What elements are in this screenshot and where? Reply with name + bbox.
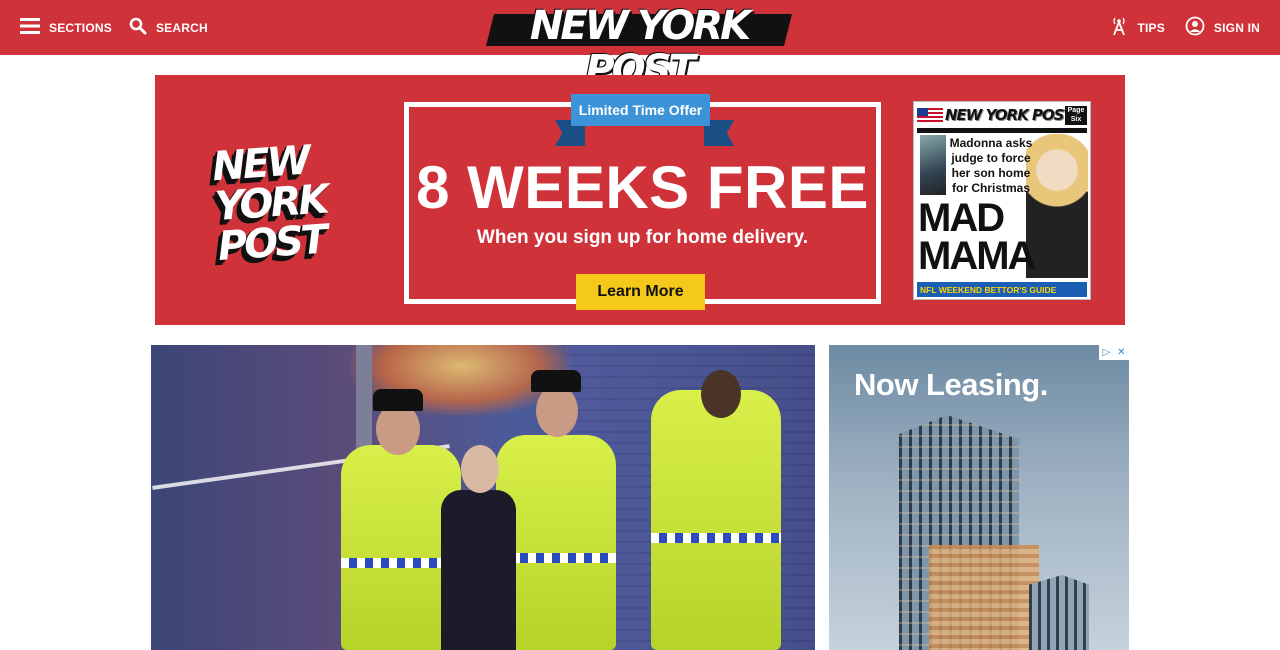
- cover-big-headline: MAD MAMA: [918, 196, 1036, 278]
- cover-headline: Madonna asks judge to force her son home…: [949, 136, 1033, 195]
- broadcast-tower-icon: [1110, 16, 1128, 39]
- photo-head: [536, 385, 578, 437]
- limited-offer-ribbon: Limited Time Offer: [571, 94, 710, 126]
- nav-left: SECTIONS SEARCH: [20, 0, 225, 55]
- cover-strip: [917, 128, 1087, 133]
- photo-person: [441, 490, 516, 650]
- us-flag-icon: [917, 108, 943, 124]
- photo-head: [701, 370, 741, 418]
- promo-logo-line-3: POST: [216, 216, 327, 271]
- adchoices-icon[interactable]: ▷: [1102, 347, 1110, 358]
- advertisement[interactable]: Now Leasing. ▷ ✕: [829, 345, 1129, 650]
- hero-news-photo[interactable]: [151, 345, 815, 650]
- ad-headline: Now Leasing.: [854, 367, 1048, 402]
- nav-right: TIPS SIGN IN: [1090, 0, 1260, 55]
- newspaper-cover: NEW YORK POST Page Six Madonna asks judg…: [913, 101, 1091, 300]
- cover-big-line-2: MAMA: [918, 234, 1036, 278]
- tips-label: TIPS: [1137, 20, 1165, 35]
- subscription-promo-banner[interactable]: NEW YORK POST Limited Time Offer 8 WEEKS…: [155, 75, 1125, 325]
- search-button[interactable]: SEARCH: [129, 17, 208, 38]
- cover-photo-madonna: [1026, 134, 1088, 278]
- cover-masthead: NEW YORK POST Page Six: [917, 105, 1087, 127]
- offer-headline: 8 WEEKS FREE: [416, 154, 869, 221]
- offer-subline: When you sign up for home delivery.: [476, 227, 809, 248]
- learn-more-button[interactable]: Learn More: [576, 274, 705, 310]
- ad-choices[interactable]: ▷ ✕: [1099, 345, 1129, 360]
- tips-button[interactable]: TIPS: [1110, 16, 1165, 39]
- signin-label: SIGN IN: [1213, 20, 1260, 35]
- ad-tower-base: [929, 545, 1039, 650]
- signin-button[interactable]: SIGN IN: [1185, 16, 1260, 39]
- photo-police-cap: [373, 389, 423, 411]
- top-nav-bar: SECTIONS SEARCH NEW YORK POST TIPS SIGN …: [0, 0, 1280, 92]
- cover-title: NEW YORK POST: [945, 106, 1074, 124]
- sections-label: SECTIONS: [49, 20, 112, 35]
- sections-button[interactable]: SECTIONS: [20, 18, 112, 37]
- photo-police-cap: [531, 370, 581, 392]
- search-label: SEARCH: [155, 20, 208, 35]
- ad-tower-secondary: [1029, 575, 1089, 650]
- photo-head: [461, 445, 499, 493]
- offer-box: Limited Time Offer 8 WEEKS FREE When you…: [404, 94, 881, 310]
- search-icon: [129, 17, 147, 38]
- photo-officer: [651, 390, 781, 650]
- user-circle-icon: [1185, 16, 1205, 39]
- page-six-badge: Page Six: [1065, 106, 1087, 125]
- cover-footer: NFL WEEKEND BETTOR'S GUIDE: [917, 282, 1087, 297]
- cover-photo-small: [920, 135, 946, 195]
- promo-logo: NEW YORK POST: [211, 138, 339, 271]
- cover-big-line-1: MAD: [918, 196, 1005, 240]
- site-logo[interactable]: NEW YORK POST: [486, 4, 792, 92]
- hamburger-menu-icon: [20, 18, 40, 37]
- close-icon[interactable]: ✕: [1117, 347, 1125, 358]
